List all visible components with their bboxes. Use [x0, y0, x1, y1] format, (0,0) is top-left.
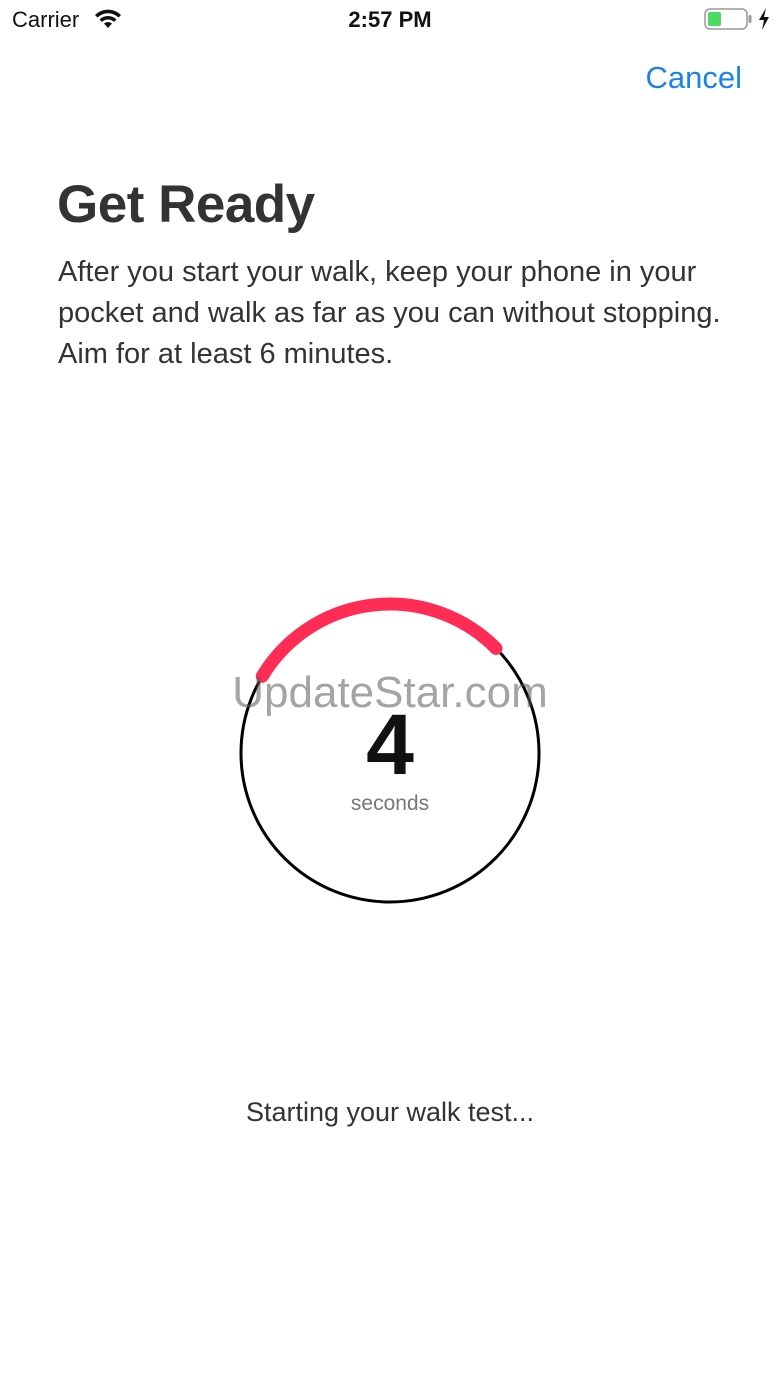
watermark-text: UpdateStar.com [232, 668, 548, 717]
countdown-ring-track [239, 602, 541, 904]
page-title: Get Ready [57, 175, 315, 234]
status-time: 2:57 PM [348, 7, 432, 32]
status-bar: Carrier 2:57 PM [0, 0, 780, 40]
countdown-value: 4 [366, 697, 414, 793]
instructions-text: After you start your walk, keep your pho… [58, 256, 721, 370]
status-message: Starting your walk test... [245, 1097, 535, 1127]
charging-icon [757, 7, 771, 36]
countdown-progress-arc [255, 597, 503, 683]
battery-icon [704, 8, 752, 35]
countdown-unit: seconds [350, 792, 430, 815]
cancel-button[interactable]: Cancel [646, 60, 743, 96]
